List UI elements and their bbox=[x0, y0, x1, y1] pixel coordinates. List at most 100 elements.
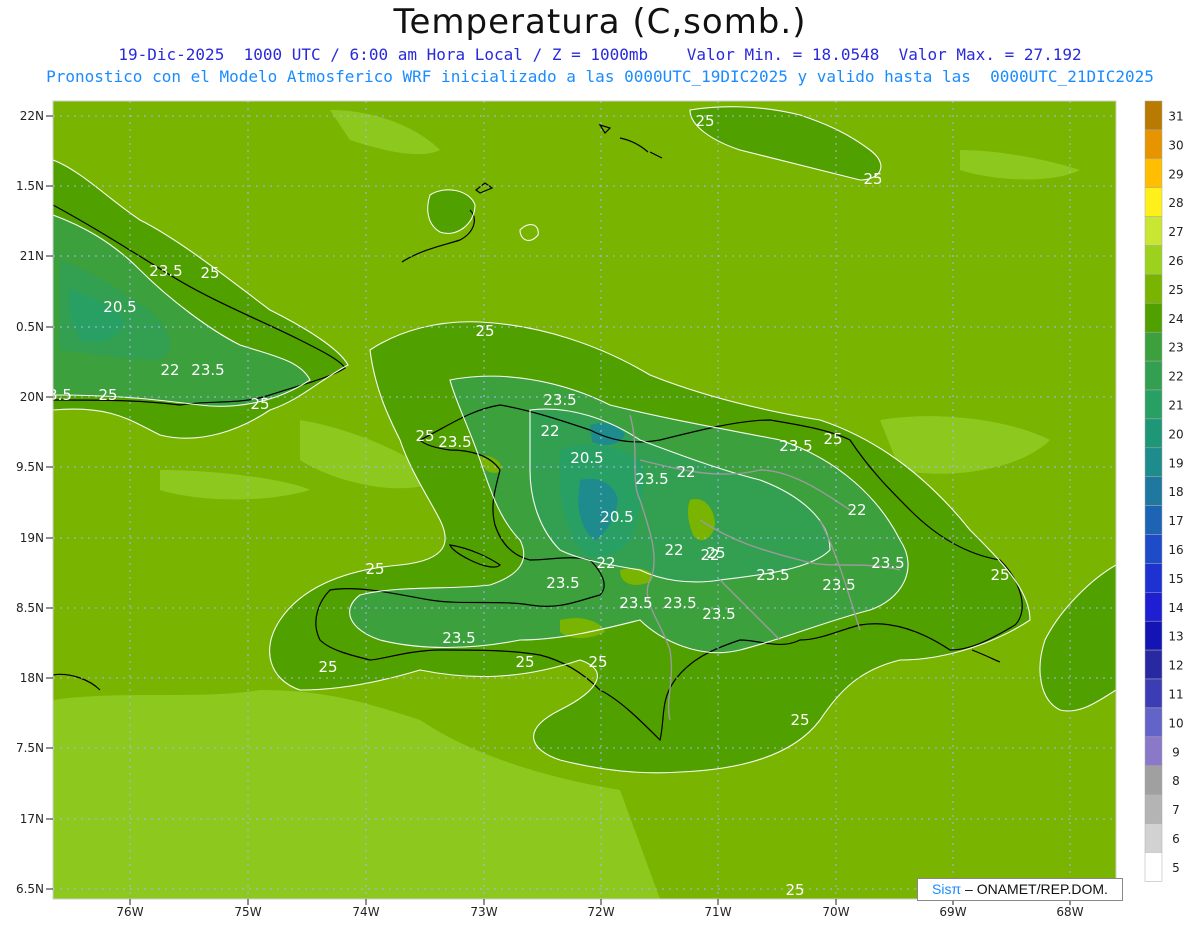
colorbar-swatch bbox=[1144, 505, 1163, 535]
contour-label: 25 bbox=[250, 395, 269, 413]
contour-label: 23.5 bbox=[438, 433, 471, 451]
colorbar-label: 30 bbox=[1168, 138, 1183, 152]
colorbar-label: 31 bbox=[1168, 109, 1183, 123]
colorbar-label: 11 bbox=[1168, 687, 1183, 701]
colorbar-label: 7 bbox=[1172, 803, 1180, 817]
colorbar-swatch bbox=[1144, 563, 1163, 593]
lat-label: 18N bbox=[20, 671, 44, 685]
lat-label: 21N bbox=[20, 249, 44, 263]
colorbar-label: 13 bbox=[1168, 630, 1183, 644]
colorbar-swatch bbox=[1144, 649, 1163, 680]
contour-label: 25 bbox=[823, 430, 842, 448]
lon-label: 71W bbox=[704, 905, 731, 919]
lon-label: 76W bbox=[116, 905, 143, 919]
colorbar-label: 21 bbox=[1168, 398, 1183, 412]
lat-label: 0.5N bbox=[16, 320, 44, 334]
sis-logo-text: Sisπ bbox=[932, 881, 962, 897]
lat-label: 22N bbox=[20, 109, 44, 123]
colorbar-swatch bbox=[1144, 852, 1163, 882]
colorbar-swatch bbox=[1144, 476, 1163, 506]
colorbar-swatch bbox=[1144, 100, 1163, 131]
colorbar-label: 9 bbox=[1172, 745, 1180, 759]
lat-label: 1.5N bbox=[16, 179, 44, 193]
contour-label: 25 bbox=[790, 711, 809, 729]
lon-label: 69W bbox=[939, 905, 966, 919]
contour-label: 23.5 bbox=[635, 470, 668, 488]
colorbar-label: 6 bbox=[1172, 832, 1180, 846]
colorbar-swatch bbox=[1144, 187, 1163, 217]
colorbar: 31 30 29 28 27 26 25 24 23 22 21 20 19 18 17 16 15 14 13 12… bbox=[1144, 100, 1184, 882]
lat-label: 8.5N bbox=[16, 601, 44, 615]
contour-label: 23.5 bbox=[756, 566, 789, 584]
lat-label: 20N bbox=[20, 390, 44, 404]
contour-label: 22 bbox=[847, 501, 866, 519]
colorbar-swatch bbox=[1144, 707, 1163, 738]
contour-label: 25 bbox=[515, 653, 534, 671]
contour-label: 25 bbox=[588, 653, 607, 671]
colorbar-swatch bbox=[1144, 418, 1163, 449]
colorbar-swatch bbox=[1144, 129, 1163, 160]
colorbar-label: 17 bbox=[1168, 514, 1183, 528]
contour-label: 25 bbox=[695, 112, 714, 130]
lon-label: 74W bbox=[352, 905, 379, 919]
colorbar-swatch bbox=[1144, 823, 1163, 853]
colorbar-swatch bbox=[1144, 678, 1163, 709]
colorbar-label: 20 bbox=[1168, 427, 1183, 441]
contour-label: 25 bbox=[415, 427, 434, 445]
contour-label: 23.5 bbox=[702, 605, 735, 623]
contour-label: 23.5 bbox=[779, 437, 812, 455]
lat-label: 17N bbox=[20, 812, 44, 826]
colorbar-label: 18 bbox=[1168, 485, 1183, 499]
contour-label: 25 bbox=[365, 560, 384, 578]
colorbar-label: 29 bbox=[1168, 167, 1183, 181]
colorbar-swatch bbox=[1144, 216, 1163, 246]
credit-box: Sisπ – ONAMET/REP.DOM. bbox=[917, 878, 1123, 901]
lat-label: 6.5N bbox=[16, 882, 44, 896]
contour-label: 22 bbox=[160, 361, 179, 379]
colorbar-swatch bbox=[1144, 360, 1163, 391]
colorbar-swatch bbox=[1144, 331, 1163, 362]
lon-label: 72W bbox=[587, 905, 614, 919]
contour-label: 23.5 bbox=[619, 594, 652, 612]
colorbar-swatch bbox=[1144, 736, 1163, 766]
contour-label: 23.5 bbox=[546, 574, 579, 592]
colorbar-label: 14 bbox=[1168, 601, 1183, 615]
colorbar-label: 19 bbox=[1168, 456, 1183, 470]
latitude-labels: 22N 1.5N 21N 0.5N 20N 9.5N 19N 8.5N 18N 7.5N 17N 6.… bbox=[16, 109, 53, 896]
colorbar-label: 5 bbox=[1172, 861, 1180, 875]
contour-label: 23.5 bbox=[442, 629, 475, 647]
contour-label: 25 bbox=[990, 566, 1009, 584]
contour-label: 25 bbox=[200, 264, 219, 282]
contour-label: 25 bbox=[475, 322, 494, 340]
colorbar-swatch bbox=[1144, 158, 1163, 188]
lon-label: 68W bbox=[1056, 905, 1083, 919]
contour-label: 23.5 bbox=[822, 576, 855, 594]
lon-label: 70W bbox=[822, 905, 849, 919]
contour-label: 23.5 bbox=[191, 361, 224, 379]
lat-label: 9.5N bbox=[16, 460, 44, 474]
lon-label: 75W bbox=[234, 905, 261, 919]
colorbar-swatch bbox=[1144, 765, 1163, 795]
colorbar-swatch bbox=[1144, 274, 1163, 304]
contour-label: 23.5 bbox=[149, 262, 182, 280]
lat-label: 19N bbox=[20, 531, 44, 545]
temperature-map: 25 25 23.5 25 20.5 22 23.5 3.5 25 25 25 23.5 25 23.5 2… bbox=[0, 0, 1200, 927]
contour-label: 20.5 bbox=[570, 449, 603, 467]
contour-label: 22 bbox=[596, 554, 615, 572]
contour-label: 25 bbox=[785, 881, 804, 899]
contour-label: 23.5 bbox=[543, 391, 576, 409]
colorbar-swatch bbox=[1144, 794, 1163, 824]
contour-label: 23.5 bbox=[871, 554, 904, 572]
colorbar-label: 8 bbox=[1172, 774, 1180, 788]
colorbar-label: 28 bbox=[1168, 196, 1183, 210]
colorbar-swatch bbox=[1144, 592, 1163, 622]
colorbar-swatch bbox=[1144, 389, 1163, 420]
colorbar-label: 24 bbox=[1168, 312, 1183, 326]
colorbar-swatch bbox=[1144, 303, 1163, 333]
lat-label: 7.5N bbox=[16, 741, 44, 755]
colorbar-swatch bbox=[1144, 620, 1163, 651]
contour-label: 22 bbox=[676, 463, 695, 481]
colorbar-label: 12 bbox=[1168, 659, 1183, 673]
contour-label: 22 bbox=[540, 422, 559, 440]
contour-label: 3.5 bbox=[48, 386, 72, 404]
